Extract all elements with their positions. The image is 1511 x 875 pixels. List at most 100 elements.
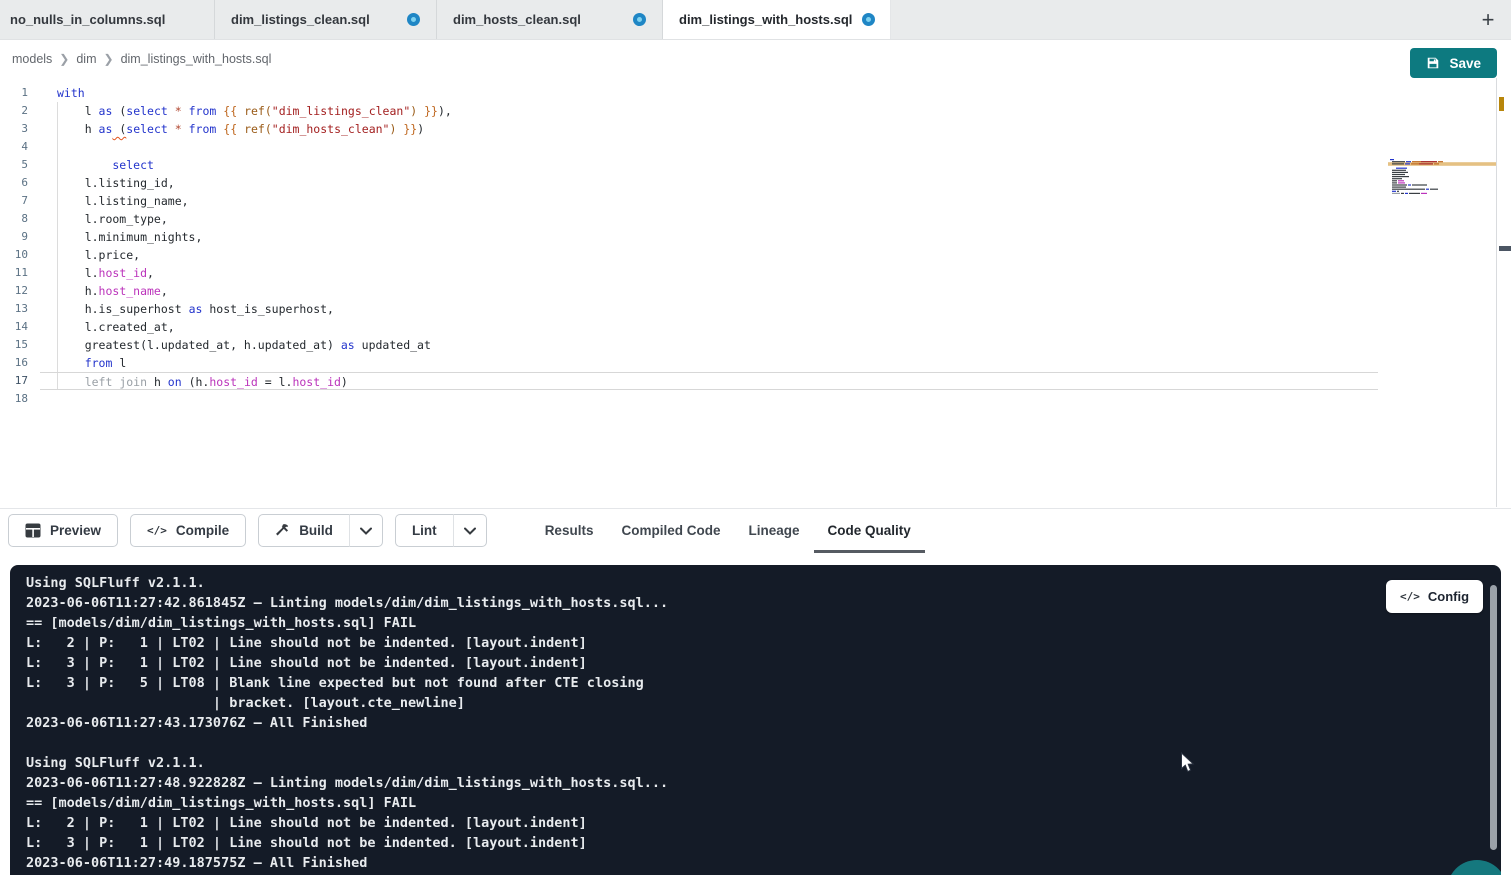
file-tab[interactable]: dim_listings_with_hosts.sql: [663, 0, 891, 39]
panel-tab-bar: ResultsCompiled CodeLineageCode Quality: [531, 509, 925, 553]
lint-button[interactable]: Lint: [395, 514, 453, 547]
code-text: with: [40, 84, 1378, 102]
terminal-line: 2023-06-06T11:27:43.173076Z — All Finish…: [26, 713, 668, 733]
terminal-line: L: 3 | P: 1 | LT02 | Line should not be …: [26, 653, 668, 673]
panel-tab-lineage[interactable]: Lineage: [734, 509, 813, 553]
code-line[interactable]: 18: [0, 390, 1511, 408]
terminal-scrollbar[interactable]: [1490, 585, 1497, 850]
build-button[interactable]: Build: [258, 514, 349, 547]
code-text: l.room_type,: [40, 210, 1378, 228]
breadcrumb-separator-icon: ❯: [104, 52, 114, 66]
breadcrumb-item[interactable]: dim: [76, 52, 96, 66]
tab-bar: no_nulls_in_columns.sql dim_listings_clea…: [0, 0, 1511, 40]
line-number: 8: [0, 210, 40, 228]
lint-dropdown-chevron[interactable]: [453, 514, 487, 547]
code-line[interactable]: 10 l.price,: [0, 246, 1511, 264]
line-number: 7: [0, 192, 40, 210]
terminal-line: 2023-06-06T11:27:42.861845Z — Linting mo…: [26, 593, 668, 613]
file-tab[interactable]: dim_listings_clean.sql: [215, 0, 437, 39]
tab-label: no_nulls_in_columns.sql: [10, 12, 165, 27]
code-text: h.host_name,: [40, 282, 1378, 300]
line-number: 1: [0, 84, 40, 102]
code-text: l as (select * from {{ ref("dim_listings…: [40, 102, 1378, 120]
code-text: [40, 138, 1378, 156]
code-text: l.host_id,: [40, 264, 1378, 282]
hammer-icon: [275, 523, 290, 538]
code-line[interactable]: 17 left join h on (h.host_id = l.host_id…: [0, 372, 1511, 390]
save-icon: [1426, 56, 1440, 70]
code-text: left join h on (h.host_id = l.host_id): [40, 372, 1378, 390]
code-line[interactable]: 8 l.room_type,: [0, 210, 1511, 228]
file-tab[interactable]: no_nulls_in_columns.sql: [0, 0, 215, 39]
build-dropdown-chevron[interactable]: [349, 514, 383, 547]
breadcrumb-item[interactable]: dim_listings_with_hosts.sql: [121, 52, 272, 66]
line-number: 4: [0, 138, 40, 156]
compile-button[interactable]: </> Compile: [130, 514, 246, 547]
floating-action-button[interactable]: [1447, 860, 1501, 875]
code-line[interactable]: 1with: [0, 84, 1511, 102]
terminal-line: L: 3 | P: 1 | LT02 | Line should not be …: [26, 833, 668, 853]
modified-dot-icon: [862, 13, 875, 26]
code-line[interactable]: 11 l.host_id,: [0, 264, 1511, 282]
terminal-line: L: 3 | P: 5 | LT08 | Blank line expected…: [26, 673, 668, 693]
code-text: select: [40, 156, 1378, 174]
lint-split-button: Lint: [395, 514, 487, 547]
terminal-line: 2023-06-06T11:27:49.187575Z — All Finish…: [26, 853, 668, 873]
table-icon: [25, 523, 41, 538]
line-number: 10: [0, 246, 40, 264]
build-split-button: Build: [258, 514, 383, 547]
code-line[interactable]: 14 l.created_at,: [0, 318, 1511, 336]
line-number: 16: [0, 354, 40, 372]
code-editor[interactable]: 1with2 l as (select * from {{ ref("dim_l…: [0, 78, 1511, 507]
panel-tab-results[interactable]: Results: [531, 509, 608, 553]
code-line[interactable]: 2 l as (select * from {{ ref("dim_listin…: [0, 102, 1511, 120]
terminal-line: L: 2 | P: 1 | LT02 | Line should not be …: [26, 813, 668, 833]
modified-dot-icon: [633, 13, 646, 26]
code-line[interactable]: 16 from l: [0, 354, 1511, 372]
line-number: 9: [0, 228, 40, 246]
code-text: from l: [40, 354, 1378, 372]
code-text: l.price,: [40, 246, 1378, 264]
code-line[interactable]: 5 select: [0, 156, 1511, 174]
line-number: 17: [0, 372, 40, 390]
panel-tab-compiled-code[interactable]: Compiled Code: [607, 509, 734, 553]
config-button[interactable]: </> Config: [1386, 580, 1483, 613]
code-text: l.created_at,: [40, 318, 1378, 336]
code-icon: </>: [1400, 590, 1420, 603]
line-number: 15: [0, 336, 40, 354]
code-line[interactable]: 6 l.listing_id,: [0, 174, 1511, 192]
line-number: 13: [0, 300, 40, 318]
code-text: l.minimum_nights,: [40, 228, 1378, 246]
breadcrumb-item[interactable]: models: [12, 52, 52, 66]
terminal-line: == [models/dim/dim_listings_with_hosts.s…: [26, 613, 668, 633]
new-tab-button[interactable]: +: [1473, 5, 1503, 35]
tab-label: dim_listings_clean.sql: [231, 12, 370, 27]
breadcrumb-separator-icon: ❯: [59, 52, 69, 66]
code-line[interactable]: 9 l.minimum_nights,: [0, 228, 1511, 246]
save-button[interactable]: Save: [1410, 48, 1497, 78]
mouse-cursor: [1180, 752, 1196, 774]
breadcrumb: models ❯ dim ❯ dim_listings_with_hosts.sql: [12, 52, 271, 66]
line-number: 6: [0, 174, 40, 192]
file-tab[interactable]: dim_hosts_clean.sql: [437, 0, 663, 39]
tab-label: dim_listings_with_hosts.sql: [679, 12, 852, 27]
terminal-line: Using SQLFluff v2.1.1.: [26, 573, 668, 593]
code-line[interactable]: 12 h.host_name,: [0, 282, 1511, 300]
code-line[interactable]: 15 greatest(l.updated_at, h.updated_at) …: [0, 336, 1511, 354]
line-number: 5: [0, 156, 40, 174]
terminal-panel: Using SQLFluff v2.1.1.2023-06-06T11:27:4…: [10, 565, 1501, 875]
line-number: 12: [0, 282, 40, 300]
code-line[interactable]: 4: [0, 138, 1511, 156]
line-number: 11: [0, 264, 40, 282]
code-line[interactable]: 3 h as (select * from {{ ref("dim_hosts_…: [0, 120, 1511, 138]
breadcrumb-row: models ❯ dim ❯ dim_listings_with_hosts.sql S…: [0, 40, 1511, 78]
preview-button[interactable]: Preview: [8, 514, 118, 547]
code-text: h as (select * from {{ ref("dim_hosts_cl…: [40, 120, 1378, 138]
code-line[interactable]: 13 h.is_superhost as host_is_superhost,: [0, 300, 1511, 318]
code-icon: </>: [147, 524, 167, 537]
terminal-output: Using SQLFluff v2.1.1.2023-06-06T11:27:4…: [26, 573, 668, 873]
code-line[interactable]: 7 l.listing_name,: [0, 192, 1511, 210]
line-number: 3: [0, 120, 40, 138]
terminal-line: == [models/dim/dim_listings_with_hosts.s…: [26, 793, 668, 813]
panel-tab-code-quality[interactable]: Code Quality: [814, 509, 925, 553]
